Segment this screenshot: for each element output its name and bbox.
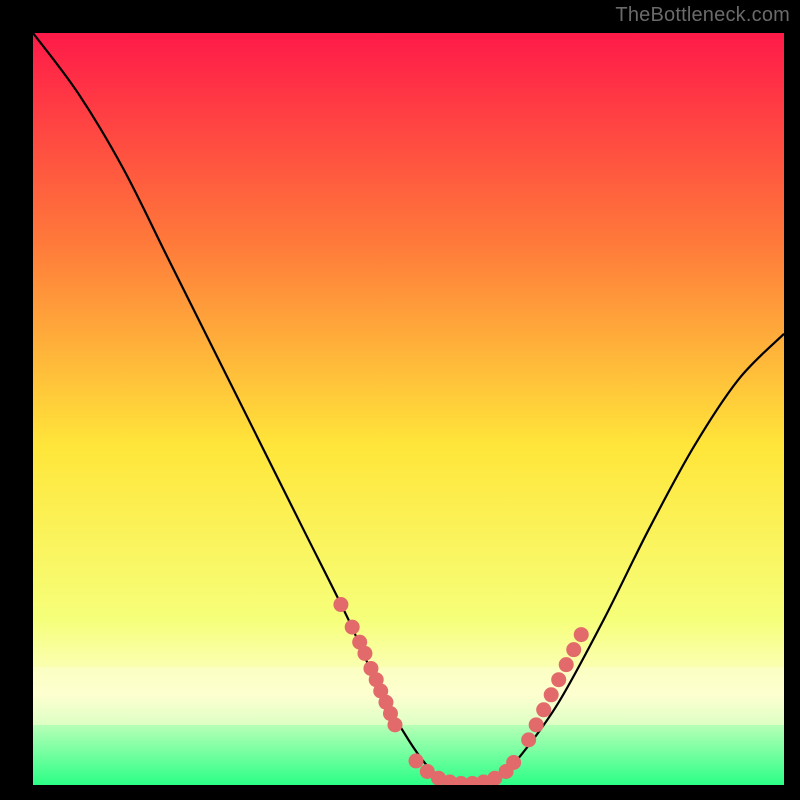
sample-dot bbox=[544, 687, 559, 702]
plot-area bbox=[33, 33, 784, 785]
sample-dot bbox=[521, 732, 536, 747]
bottleneck-chart bbox=[33, 33, 784, 785]
sample-dot bbox=[574, 627, 589, 642]
sample-dot bbox=[566, 642, 581, 657]
sample-dot bbox=[409, 753, 424, 768]
sample-dot bbox=[333, 597, 348, 612]
sample-dot bbox=[357, 646, 372, 661]
sample-dot bbox=[506, 755, 521, 770]
pale-band bbox=[33, 667, 784, 725]
sample-dot bbox=[345, 620, 360, 635]
sample-dot bbox=[536, 702, 551, 717]
watermark-text: TheBottleneck.com bbox=[615, 4, 790, 27]
outer-frame: TheBottleneck.com bbox=[0, 0, 800, 800]
sample-dot bbox=[551, 672, 566, 687]
sample-dot bbox=[387, 717, 402, 732]
sample-dot bbox=[529, 717, 544, 732]
sample-dot bbox=[559, 657, 574, 672]
